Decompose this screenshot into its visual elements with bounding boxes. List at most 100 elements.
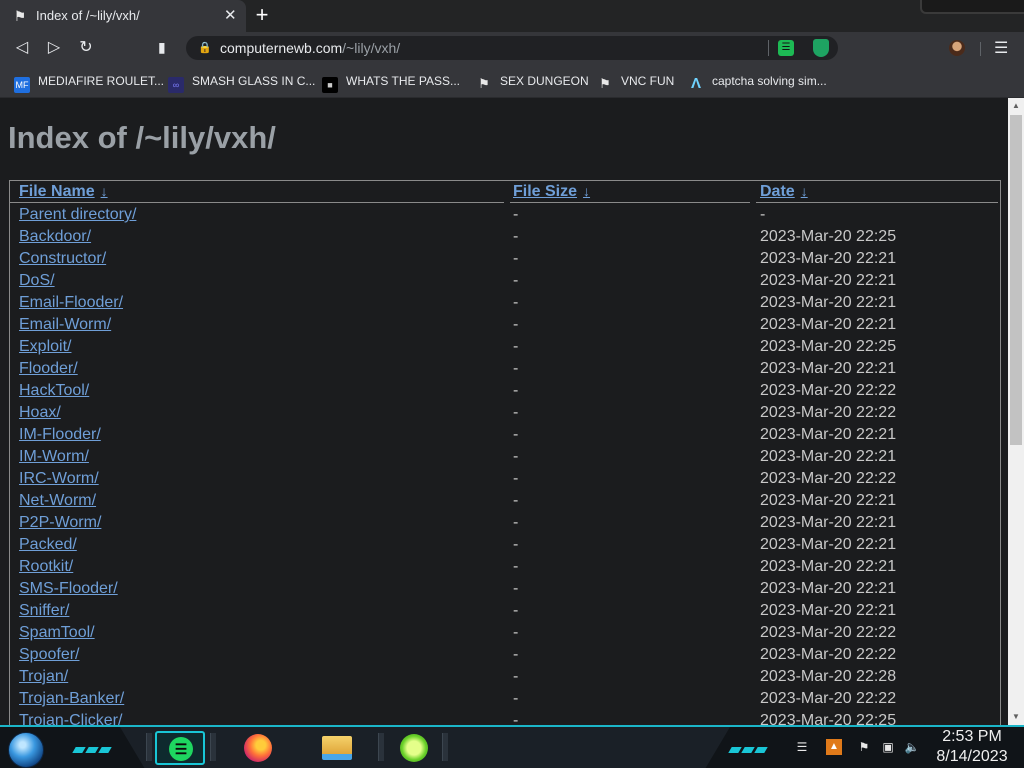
show-hidden-icons-icon[interactable]: ☰: [794, 739, 810, 755]
action-center-flag-icon[interactable]: ⚑: [856, 739, 872, 755]
column-header-file-name[interactable]: File Name ↓: [19, 183, 108, 201]
file-name-link[interactable]: Spoofer/: [19, 646, 79, 664]
bookmark-label: WHATS THE PASS...: [346, 74, 461, 88]
file-size-cell: -: [513, 272, 519, 289]
column-header-label: Date: [760, 183, 795, 200]
forward-arrow-icon[interactable]: ▷: [44, 38, 64, 58]
file-name-link[interactable]: IM-Flooder/: [19, 426, 101, 444]
file-name-link[interactable]: SpamTool/: [19, 624, 95, 642]
bookmark-item[interactable]: ⚑ SEX DUNGEON: [476, 72, 589, 91]
file-name-link[interactable]: Email-Flooder/: [19, 294, 123, 312]
bookmark-item[interactable]: ∞ SMASH GLASS IN C...: [168, 72, 315, 93]
taskbar: ☰ ☰ ▲ ⚑ ▣ 🔈: [0, 725, 1024, 768]
shield-extension-icon[interactable]: [813, 39, 829, 57]
column-header-date[interactable]: Date ↓: [760, 183, 808, 201]
file-name-link[interactable]: Packed/: [19, 536, 77, 554]
file-size-cell: -: [513, 492, 519, 509]
file-name-link[interactable]: Hoax/: [19, 404, 61, 422]
bookmark-item[interactable]: ⚑ VNC FUN: [597, 72, 675, 91]
bookmark-item[interactable]: Λcaptcha solving sim...: [688, 72, 827, 92]
file-name-link[interactable]: Constructor/: [19, 250, 106, 268]
file-name-link[interactable]: Net-Worm/: [19, 492, 96, 510]
file-name-link[interactable]: Trojan-Clicker/: [19, 712, 122, 725]
date-cell: 2023-Mar-20 22:25: [760, 338, 897, 355]
scroll-down-arrow-icon[interactable]: ▼: [1008, 709, 1024, 725]
date-cell: 2023-Mar-20 22:21: [760, 492, 897, 509]
file-name-link[interactable]: Rootkit/: [19, 558, 73, 576]
file-name-link[interactable]: Sniffer/: [19, 602, 69, 620]
bookmark-item[interactable]: ■ WHATS THE PASS...: [322, 72, 461, 93]
file-size-cell: -: [513, 668, 519, 685]
taskbar-file-explorer[interactable]: [310, 731, 360, 765]
file-name-link[interactable]: IM-Worm/: [19, 448, 89, 466]
date-cell: 2023-Mar-20 22:21: [760, 316, 897, 333]
table-row: Email-Worm/ - 2023-Mar-20 22:21: [10, 315, 1000, 337]
start-button[interactable]: [8, 732, 44, 768]
file-name-link[interactable]: Backdoor/: [19, 228, 91, 246]
table-row: DoS/ - 2023-Mar-20 22:21: [10, 271, 1000, 293]
bookmark-flag-icon[interactable]: ▮: [158, 39, 172, 55]
scroll-up-arrow-icon[interactable]: ▲: [1008, 98, 1024, 114]
date-cell: 2023-Mar-20 22:21: [760, 272, 897, 289]
table-row: Constructor/ - 2023-Mar-20 22:21: [10, 249, 1000, 271]
file-name-link[interactable]: Flooder/: [19, 360, 78, 378]
browser-tab[interactable]: ⚑ Index of /~lily/vxh/ ✕: [0, 0, 246, 32]
date-cell: 2023-Mar-20 22:22: [760, 382, 897, 399]
taskbar-firefox[interactable]: [232, 731, 282, 765]
taskbar-divider: [146, 733, 152, 761]
taskbar-divider: [378, 733, 384, 761]
back-arrow-icon[interactable]: ◁: [12, 38, 32, 58]
column-header-file-size[interactable]: File Size ↓: [513, 183, 590, 201]
file-name-link[interactable]: P2P-Worm/: [19, 514, 101, 532]
date-cell: 2023-Mar-20 22:28: [760, 668, 897, 685]
file-name-link[interactable]: Parent directory/: [19, 206, 136, 224]
table-row: Packed/ - 2023-Mar-20 22:21: [10, 535, 1000, 557]
reload-icon[interactable]: ↻: [76, 38, 96, 58]
profile-avatar[interactable]: [949, 40, 965, 56]
app-tray-icon[interactable]: ▲: [826, 739, 842, 755]
file-name-link[interactable]: HackTool/: [19, 382, 89, 400]
file-name-link[interactable]: IRC-Worm/: [19, 470, 99, 488]
visual-studio-icon: ∞: [168, 77, 184, 93]
table-row: Exploit/ - 2023-Mar-20 22:25: [10, 337, 1000, 359]
network-icon[interactable]: ▣: [880, 739, 896, 755]
address-bar-divider: [768, 40, 769, 56]
table-row: SMS-Flooder/ - 2023-Mar-20 22:21: [10, 579, 1000, 601]
lock-icon[interactable]: 🔒: [198, 40, 212, 56]
clock-time[interactable]: 2:53 PM: [925, 728, 1019, 746]
scrollbar-thumb[interactable]: [1010, 115, 1022, 445]
close-tab-icon[interactable]: ✕: [224, 6, 237, 24]
file-size-cell: -: [513, 602, 519, 619]
vertical-scrollbar[interactable]: ▲ ▼: [1008, 98, 1024, 725]
clock-date[interactable]: 8/14/2023: [925, 748, 1019, 766]
sort-arrow-icon: ↓: [100, 183, 108, 199]
browser-menu-icon[interactable]: ☰: [994, 38, 1008, 58]
bookmark-item[interactable]: MF MEDIAFIRE ROULET...: [14, 72, 164, 93]
table-row: Trojan-Clicker/ - 2023-Mar-20 22:25: [10, 711, 1000, 725]
table-row: IM-Worm/ - 2023-Mar-20 22:21: [10, 447, 1000, 469]
file-name-link[interactable]: DoS/: [19, 272, 55, 290]
file-name-link[interactable]: Exploit/: [19, 338, 71, 356]
taskbar-limewire[interactable]: [388, 731, 438, 765]
bookmark-label: VNC FUN: [621, 74, 675, 88]
mediafire-icon: MF: [14, 77, 30, 93]
table-row: SpamTool/ - 2023-Mar-20 22:22: [10, 623, 1000, 645]
tab-strip: ⚑ Index of /~lily/vxh/ ✕ +: [0, 0, 1024, 32]
file-name-link[interactable]: Trojan/: [19, 668, 68, 686]
volume-icon[interactable]: 🔈: [904, 739, 920, 755]
table-row: Backdoor/ - 2023-Mar-20 22:25: [10, 227, 1000, 249]
new-tab-plus-icon[interactable]: +: [252, 4, 272, 26]
url-text[interactable]: computernewb.com/~lily/vxh/: [220, 40, 400, 56]
table-row: Spoofer/ - 2023-Mar-20 22:22: [10, 645, 1000, 667]
file-name-link[interactable]: SMS-Flooder/: [19, 580, 118, 598]
table-row: P2P-Worm/ - 2023-Mar-20 22:21: [10, 513, 1000, 535]
spotify-extension-icon[interactable]: ☰: [778, 40, 794, 56]
dark-site-icon: ■: [322, 77, 338, 93]
date-cell: 2023-Mar-20 22:21: [760, 448, 897, 465]
date-cell: 2023-Mar-20 22:21: [760, 536, 897, 553]
ghost-icon: ⚑: [478, 76, 490, 91]
file-name-link[interactable]: Trojan-Banker/: [19, 690, 124, 708]
taskbar-spotify[interactable]: ☰: [155, 731, 205, 765]
file-name-link[interactable]: Email-Worm/: [19, 316, 111, 334]
date-cell: 2023-Mar-20 22:21: [760, 426, 897, 443]
